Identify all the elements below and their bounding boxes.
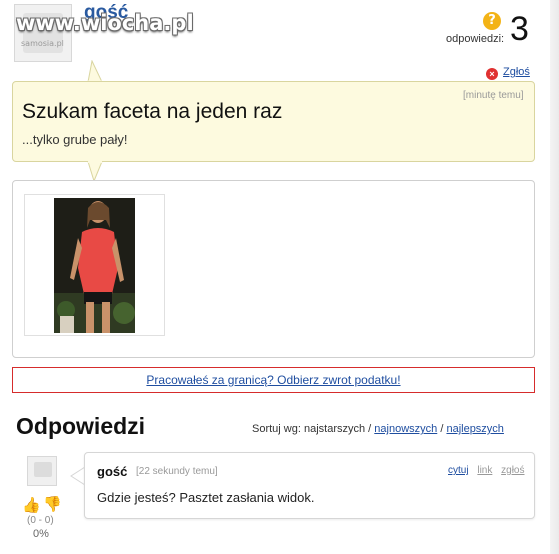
answer-actions: cytuj link zgłoś (442, 465, 525, 476)
thumbs-down-icon[interactable]: 👎 (43, 495, 62, 513)
question-photo[interactable] (54, 198, 135, 333)
vote-percent: 0% (33, 528, 49, 540)
page-edge (550, 0, 559, 554)
report-label[interactable]: Zgłoś (503, 66, 530, 78)
sort-best-link[interactable]: najlepszych (446, 423, 503, 435)
answer-avatar[interactable] (27, 456, 57, 486)
person-photo (54, 198, 135, 333)
report-answer-link[interactable]: zgłoś (501, 465, 524, 476)
avatar-image (34, 462, 52, 477)
sort-newest-link[interactable]: najnowszych (374, 423, 437, 435)
answer-author[interactable]: gość (97, 464, 127, 479)
answer-box (84, 452, 535, 519)
sort-separator: / (440, 423, 444, 435)
question-title: Szukam faceta na jeden raz (22, 100, 283, 123)
permalink[interactable]: link (477, 465, 492, 476)
thumbs-up-icon[interactable]: 👍 (22, 496, 41, 514)
vote-count: (0 - 0) (27, 515, 54, 526)
ad-link[interactable]: Pracowałeś za granicą? Odbierz zwrot pod… (13, 368, 534, 392)
report-link[interactable]: × Zgłoś (486, 66, 530, 80)
ad-banner: Pracowałeś za granicą? Odbierz zwrot pod… (12, 367, 535, 393)
answer-text: Gdzie jesteś? Pasztet zasłania widok. (97, 490, 315, 505)
speech-tail-mid (87, 161, 103, 182)
question-description: ...tylko grube pały! (22, 132, 128, 147)
close-icon: × (486, 68, 498, 80)
question-icon: ? (483, 12, 501, 30)
question-time: [minutę temu] (463, 90, 524, 101)
answers-count: 3 (510, 10, 529, 48)
answers-heading: Odpowiedzi (16, 413, 146, 439)
watermark: www.wiocha.pl (16, 11, 194, 35)
avatar-brand: samosia.pl (21, 39, 64, 48)
answers-count-label: odpowiedzi: (446, 33, 505, 45)
sort-prefix: Sortuj wg: najstarszych / (252, 423, 372, 435)
sort-controls: Sortuj wg: najstarszych / najnowszych / … (252, 423, 504, 435)
quote-link[interactable]: cytuj (448, 465, 469, 476)
speech-tail-top (87, 60, 103, 83)
answer-time: [22 sekundy temu] (136, 466, 218, 477)
